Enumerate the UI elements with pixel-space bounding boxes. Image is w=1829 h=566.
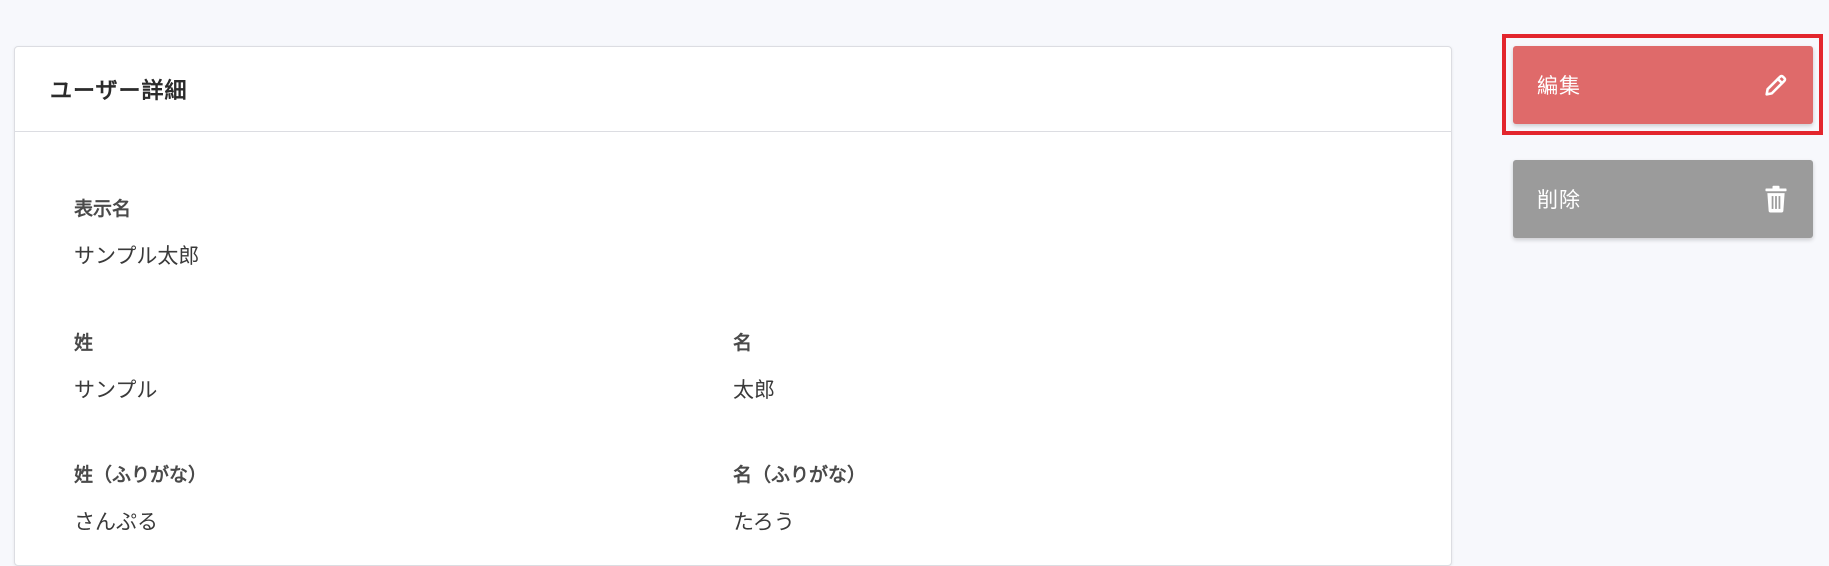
display-name-label: 表示名 <box>74 198 132 220</box>
last-name-field: 姓 サンプル <box>74 331 157 403</box>
display-name-value: サンプル太郎 <box>74 244 200 268</box>
first-name-value: 太郎 <box>733 378 775 402</box>
edit-button-label: 編集 <box>1537 74 1581 98</box>
first-name-kana-field: 名（ふりがな） たろう <box>733 463 866 535</box>
last-name-value: サンプル <box>74 378 158 402</box>
last-name-kana-value: さんぷる <box>74 510 158 534</box>
delete-button-label: 削除 <box>1537 188 1581 212</box>
last-name-kana-field: 姓（ふりがな） さんぷる <box>74 463 207 535</box>
trash-icon <box>1761 184 1791 214</box>
delete-button[interactable]: 削除 <box>1513 160 1813 238</box>
first-name-label: 名 <box>733 332 753 354</box>
first-name-kana-label: 名（ふりがな） <box>733 464 867 486</box>
first-name-field: 名 太郎 <box>733 331 775 403</box>
last-name-kana-label: 姓（ふりがな） <box>74 464 208 486</box>
pencil-icon <box>1761 70 1791 100</box>
page-title: ユーザー詳細 <box>50 79 188 104</box>
display-name-field: 表示名 サンプル太郎 <box>74 197 199 269</box>
last-name-label: 姓 <box>74 332 94 354</box>
first-name-kana-value: たろう <box>733 510 795 534</box>
edit-button[interactable]: 編集 <box>1513 46 1813 124</box>
card-header: ユーザー詳細 <box>15 47 1451 132</box>
user-detail-card: ユーザー詳細 表示名 サンプル太郎 姓 サンプル 名 太郎 姓（ふりがな） さん… <box>14 46 1452 566</box>
